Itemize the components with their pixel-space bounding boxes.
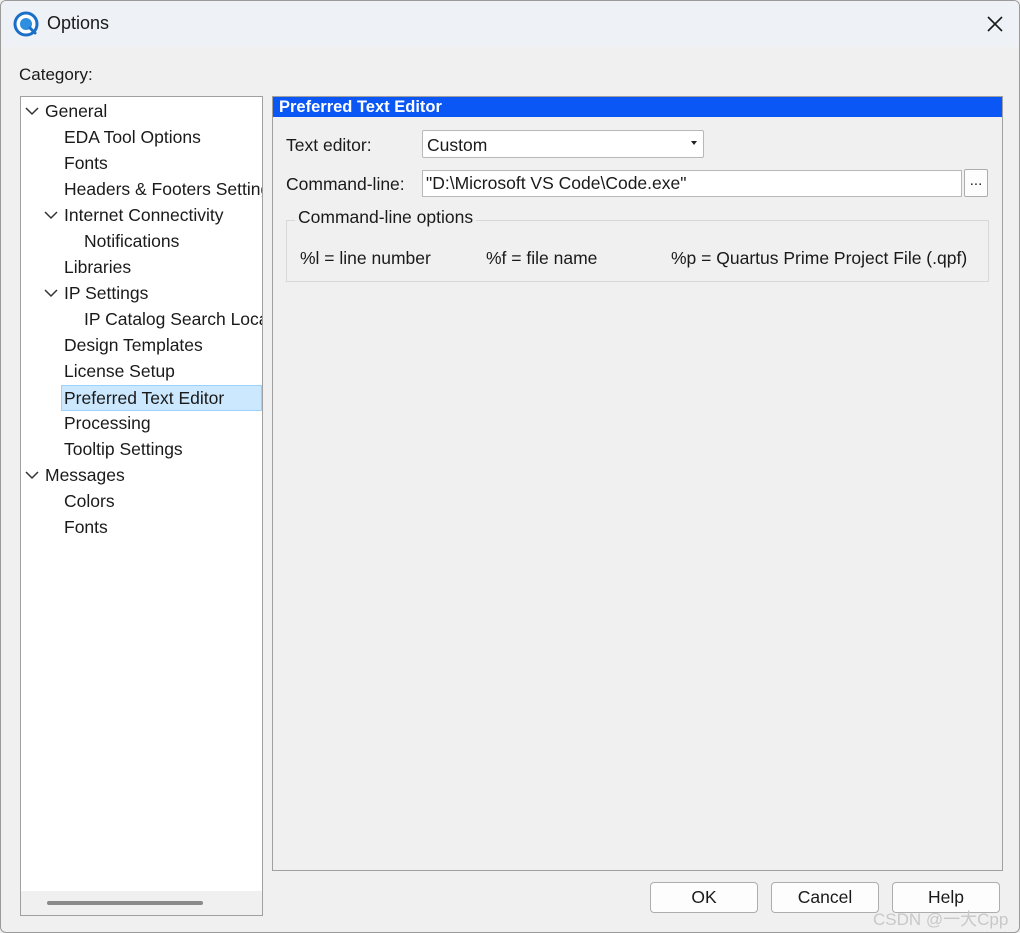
tree-item-design-templates[interactable]: Design Templates [64, 333, 203, 357]
options-dialog: Options Category: General EDA Tool Optio… [0, 0, 1020, 933]
tree-item-label: Libraries [64, 257, 132, 277]
tree-item-tooltip-settings[interactable]: Tooltip Settings [64, 437, 183, 461]
chevron-down-icon[interactable] [44, 281, 58, 305]
tree-item-general[interactable]: General [25, 99, 107, 123]
tree-item-message-fonts[interactable]: Fonts [64, 515, 108, 539]
tree-item-fonts[interactable]: Fonts [64, 151, 108, 175]
command-line-input[interactable] [422, 170, 962, 197]
tree-item-label: Headers & Footers Settings [64, 179, 263, 199]
option-file-name: %f = file name [486, 248, 598, 268]
tree-item-eda-tool-options[interactable]: EDA Tool Options [64, 125, 201, 149]
tree-item-label: IP Settings [64, 283, 149, 303]
command-line-label: Command-line: [286, 174, 405, 194]
chevron-down-icon[interactable] [44, 203, 58, 227]
tree-item-license-setup[interactable]: License Setup [64, 359, 175, 383]
panel-header: Preferred Text Editor [273, 97, 1002, 117]
ok-button[interactable]: OK [650, 882, 758, 913]
tree-item-label: Messages [45, 465, 125, 485]
tree-item-messages[interactable]: Messages [25, 463, 125, 487]
tree-item-ip-settings[interactable]: IP Settings [44, 281, 148, 305]
tree-item-label: Fonts [64, 517, 108, 537]
option-line-number: %l = line number [300, 248, 431, 268]
text-editor-label: Text editor: [286, 135, 372, 155]
category-tree[interactable]: General EDA Tool Options Fonts Headers &… [20, 96, 263, 916]
tree-item-label: License Setup [64, 361, 175, 381]
tree-item-label: General [45, 101, 108, 121]
close-icon [987, 16, 1003, 32]
watermark: CSDN @一大Cpp [873, 910, 1009, 929]
tree-item-label: Design Templates [64, 335, 203, 355]
scrollbar-thumb[interactable] [47, 901, 203, 905]
settings-panel: Preferred Text Editor Text editor: Custo… [272, 96, 1003, 871]
tree-item-headers-footers[interactable]: Headers & Footers Settings [64, 177, 263, 201]
command-line-options-group: Command-line options %l = line number %f… [286, 207, 989, 282]
text-editor-select[interactable]: Custom [422, 130, 704, 158]
close-button[interactable] [971, 1, 1019, 47]
tree-item-label: Colors [64, 491, 115, 511]
tree-item-label: Fonts [64, 153, 108, 173]
tree-item-internet-connectivity[interactable]: Internet Connectivity [44, 203, 224, 227]
window-title: Options [47, 13, 110, 33]
chevron-down-icon[interactable] [25, 463, 39, 487]
tree-item-ip-catalog-search-locations[interactable]: IP Catalog Search Locations [84, 307, 262, 331]
horizontal-scrollbar[interactable] [21, 891, 262, 915]
tree-item-label: EDA Tool Options [64, 127, 201, 147]
chevron-down-icon[interactable] [25, 99, 39, 123]
browse-button[interactable]: ... [964, 169, 988, 197]
tree-item-colors[interactable]: Colors [64, 489, 115, 513]
tree-item-label: Internet Connectivity [64, 205, 224, 225]
tree-item-processing[interactable]: Processing [64, 411, 151, 435]
cancel-button[interactable]: Cancel [771, 882, 879, 913]
tree-item-label: Notifications [84, 231, 180, 251]
group-title: Command-line options [295, 207, 477, 228]
tree-item-label: IP Catalog Search Locations [84, 309, 262, 329]
title-bar: Options [1, 1, 1019, 47]
tree-item-preferred-text-editor[interactable]: Preferred Text Editor [61, 385, 262, 411]
tree-item-libraries[interactable]: Libraries [64, 255, 131, 279]
tree-item-notifications[interactable]: Notifications [84, 229, 179, 253]
option-project-file: %p = Quartus Prime Project File (.qpf) [671, 248, 968, 268]
category-label: Category: [19, 65, 93, 84]
text-editor-value: Custom [427, 135, 488, 155]
tree-item-label: Processing [64, 413, 151, 433]
dropdown-arrow-icon [691, 141, 697, 145]
quartus-app-icon [13, 11, 39, 37]
tree-item-label: Tooltip Settings [64, 439, 183, 459]
tree-item-label: Preferred Text Editor [61, 385, 262, 411]
